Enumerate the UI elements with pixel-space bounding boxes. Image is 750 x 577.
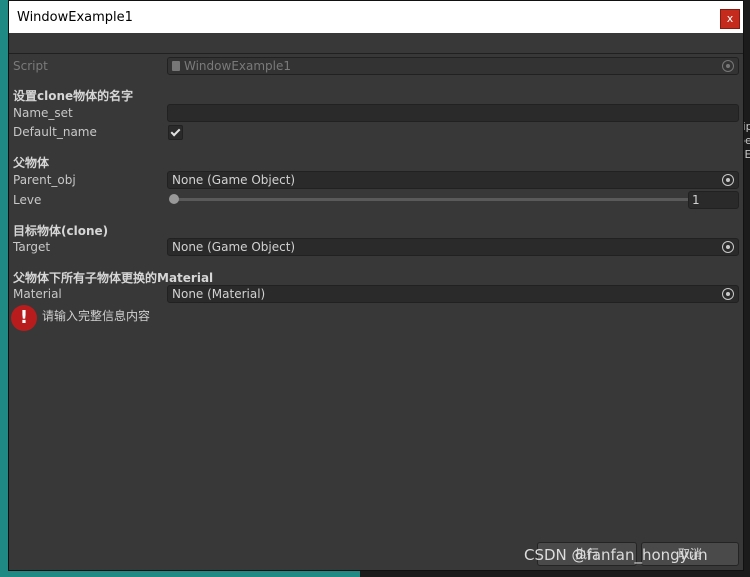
close-button[interactable]: x: [720, 9, 740, 29]
target-value: None (Game Object): [172, 240, 296, 254]
editor-window: WindowExample1 x Script WindowExample1 设…: [8, 0, 744, 571]
section-header-name: 设置clone物体的名字: [13, 89, 134, 103]
object-picker-icon[interactable]: [722, 288, 734, 300]
target-label: Target: [13, 240, 51, 254]
divider: [9, 53, 743, 54]
target-row: Target None (Game Object): [13, 237, 739, 257]
object-picker-icon[interactable]: [722, 241, 734, 253]
material-value: None (Material): [172, 287, 266, 301]
script-file-icon: [172, 61, 180, 71]
target-field[interactable]: None (Game Object): [167, 238, 739, 256]
script-value: WindowExample1: [184, 59, 292, 73]
watermark-text: CSDN @fanfan_hongyun: [524, 546, 708, 564]
parent-obj-value: None (Game Object): [172, 173, 296, 187]
object-picker-icon: [722, 60, 734, 72]
default-name-label: Default_name: [13, 125, 97, 139]
parent-obj-row: Parent_obj None (Game Object): [13, 170, 739, 190]
name-set-row: Name_set: [13, 103, 739, 123]
title-bar[interactable]: WindowExample1 x: [9, 1, 743, 33]
material-row: Material None (Material): [13, 284, 739, 304]
default-name-checkbox[interactable]: [168, 124, 183, 140]
leve-slider-handle[interactable]: [169, 194, 179, 204]
leve-value-input[interactable]: 1: [688, 191, 739, 209]
script-field: WindowExample1: [167, 57, 739, 75]
script-row: Script WindowExample1: [13, 56, 739, 76]
section-header-parent: 父物体: [13, 156, 50, 170]
leve-row: Leve 1: [13, 190, 739, 210]
leve-slider-track[interactable]: [173, 198, 691, 201]
default-name-row: Default_name: [13, 122, 739, 142]
parent-obj-label: Parent_obj: [13, 173, 76, 187]
name-set-label: Name_set: [13, 106, 73, 120]
object-picker-icon[interactable]: [722, 174, 734, 186]
error-message: 请输入完整信息内容: [42, 309, 151, 323]
error-help-box: ! 请输入完整信息内容: [11, 305, 150, 331]
error-icon: !: [11, 305, 37, 331]
window-title: WindowExample1: [17, 9, 133, 25]
script-label: Script: [13, 59, 48, 73]
leve-label: Leve: [13, 193, 42, 207]
material-field[interactable]: None (Material): [167, 285, 739, 303]
material-label: Material: [13, 287, 62, 301]
name-set-input[interactable]: [167, 104, 739, 122]
parent-obj-field[interactable]: None (Game Object): [167, 171, 739, 189]
